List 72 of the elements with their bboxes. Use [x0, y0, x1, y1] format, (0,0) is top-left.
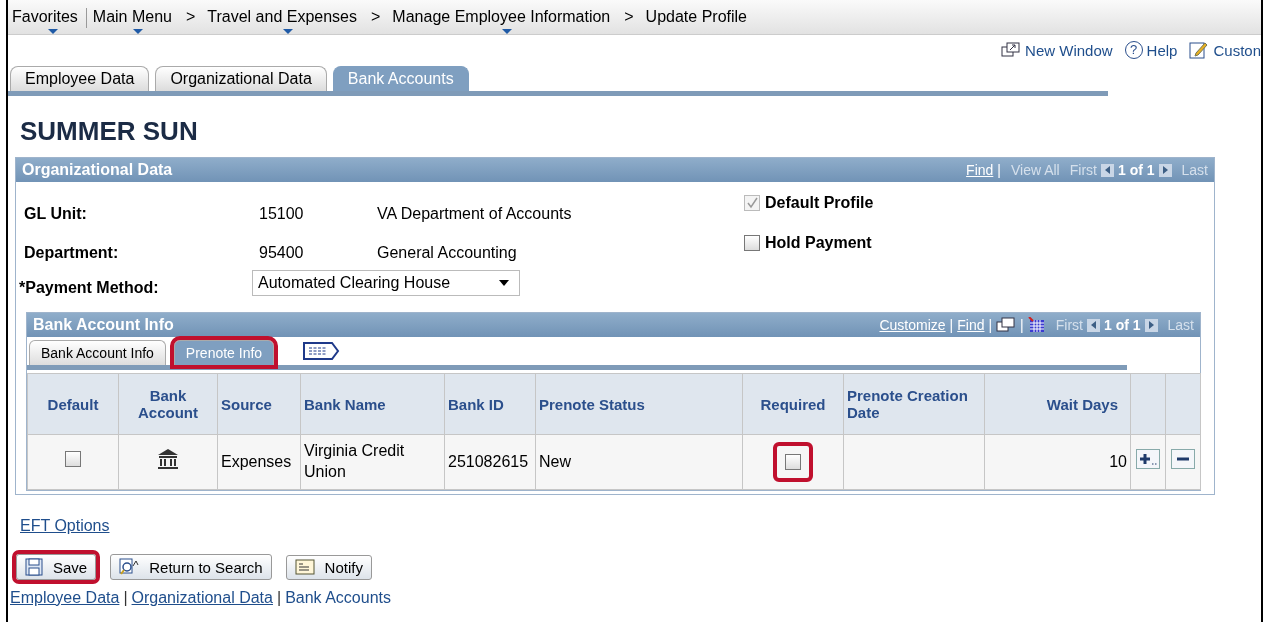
dropdown-caret-icon: [499, 280, 509, 286]
menu-item[interactable]: Update Profile: [639, 8, 755, 34]
page-link[interactable]: Organizational Data: [131, 589, 273, 607]
spreadsheet-download-icon[interactable]: [1027, 317, 1046, 333]
employee-name-title: SUMMER SUN: [20, 116, 199, 148]
add-row-icon[interactable]: [1136, 449, 1160, 470]
column-header: Source: [217, 373, 301, 435]
delete-row-icon[interactable]: [1171, 449, 1195, 470]
payment-method-dropdown[interactable]: Automated Clearing House: [252, 270, 520, 296]
search-icon: [119, 558, 140, 576]
required-checkbox[interactable]: [785, 454, 801, 470]
table-cell: 10: [984, 434, 1131, 490]
breadcrumb-separator: >: [184, 8, 197, 26]
menu-item[interactable]: Favorites: [11, 8, 86, 34]
action-button[interactable]: Notify: [285, 554, 372, 580]
toolbar-link[interactable]: ? Help: [1124, 39, 1178, 61]
first-label: First: [1055, 317, 1083, 333]
page-link[interactable]: Employee Data: [10, 589, 120, 607]
default-checkbox[interactable]: [65, 451, 81, 468]
page-tab[interactable]: Employee Data: [10, 66, 150, 91]
row-count: 1 of 1: [1117, 162, 1155, 178]
action-button[interactable]: Return to Search: [110, 554, 272, 580]
pipe-separator: |: [949, 317, 954, 333]
row-count: 1 of 1: [1103, 317, 1141, 333]
field-value: 15100: [259, 204, 305, 223]
column-header: Prenote Creation Date: [843, 373, 985, 435]
table-cell: 251082615: [444, 434, 536, 490]
grid-tab[interactable]: Bank Account Info: [29, 340, 166, 365]
column-header: Default: [27, 373, 119, 435]
field-label: Department:: [24, 243, 120, 262]
pipe-separator: |: [123, 589, 128, 607]
menu-item[interactable]: Travel and Expenses: [201, 8, 365, 34]
table-cell: Virginia Credit Union: [300, 434, 445, 490]
column-header: Required: [742, 373, 844, 435]
new-window-icon[interactable]: [996, 317, 1017, 333]
last-label: Last: [1181, 162, 1208, 178]
pipe-separator: |: [276, 589, 282, 607]
checkbox-option[interactable]: Hold Payment: [744, 234, 874, 252]
bank-building-icon[interactable]: [157, 448, 179, 471]
menu-item[interactable]: Main Menu: [86, 8, 180, 34]
note-icon: [294, 559, 315, 575]
toolbar-link[interactable]: Custon: [1189, 39, 1261, 61]
field-value: 95400: [259, 243, 305, 262]
menu-item[interactable]: Manage Employee Information: [386, 8, 619, 34]
checkbox[interactable]: [744, 235, 760, 251]
table-cell: New: [535, 434, 743, 490]
field-description: VA Department of Accounts: [377, 204, 572, 223]
toolbar-link[interactable]: New Window: [1001, 39, 1113, 61]
show-all-columns-icon[interactable]: [302, 341, 341, 361]
pipe-separator: |: [988, 317, 993, 333]
column-header: Prenote Status: [535, 373, 743, 435]
pipe-separator: |: [1020, 317, 1024, 333]
field-label: GL Unit:: [24, 204, 88, 223]
column-header: Bank Name: [300, 373, 445, 435]
edit-page-icon: [1189, 40, 1210, 60]
last-label: Last: [1167, 317, 1194, 333]
column-header: Wait Days: [984, 373, 1131, 435]
breadcrumb-separator: >: [623, 8, 635, 26]
first-label: First: [1069, 162, 1097, 178]
panel-title: Organizational Data: [22, 161, 173, 179]
column-header: Bank Account: [118, 373, 218, 435]
page-link[interactable]: Bank Accounts: [285, 589, 391, 607]
new-window-icon: [1001, 42, 1022, 58]
eft-options-link[interactable]: EFT Options: [20, 517, 110, 534]
table-cell: Expenses: [217, 434, 301, 490]
page-tab[interactable]: Organizational Data: [155, 66, 327, 91]
column-header: Bank ID: [444, 373, 536, 435]
breadcrumb-separator: >: [370, 8, 382, 26]
grid-title: Bank Account Info: [33, 316, 174, 334]
pipe-separator: |: [997, 162, 1001, 178]
field-label: *Payment Method:: [19, 279, 160, 297]
field-description: General Accounting: [377, 243, 517, 262]
